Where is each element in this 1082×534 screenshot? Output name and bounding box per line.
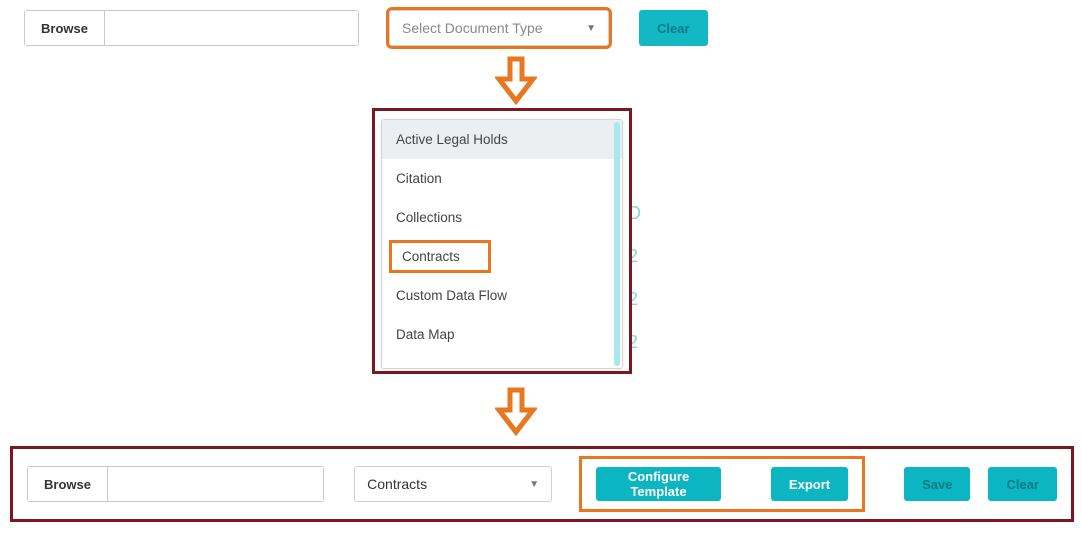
file-browse-group: Browse [24,10,359,46]
option-active-legal-holds[interactable]: Active Legal Holds [382,120,622,159]
option-custom-data-flow[interactable]: Custom Data Flow [382,276,622,315]
dropdown-option-list: Active Legal Holds Citation Collections … [382,120,622,354]
step3-result-row: Browse Contracts ▼ Configure Template Ex… [10,446,1074,522]
file-path-input-2[interactable] [108,467,323,501]
dropdown-panel: Active Legal Holds Citation Collections … [381,119,623,369]
document-type-dropdown-2[interactable]: Contracts ▼ [354,466,552,502]
document-type-dropdown[interactable]: Select Document Type ▼ [389,10,609,46]
secondary-actions: Save Clear [904,467,1057,501]
option-contracts[interactable]: Contracts [392,243,488,270]
browse-button-2[interactable]: Browse [28,467,108,501]
revealed-actions-highlight: Configure Template Export [582,459,862,509]
step2-dropdown-expanded: D 2 2 2 Active Legal Holds Citation Coll… [372,108,632,374]
configure-template-button[interactable]: Configure Template [596,467,721,501]
scrollbar[interactable] [614,122,620,366]
option-data-map[interactable]: Data Map [382,315,622,354]
option-collections[interactable]: Collections [382,198,622,237]
clear-button[interactable]: Clear [639,10,708,46]
flow-arrow-2 [495,386,537,441]
export-button[interactable]: Export [771,467,848,501]
step1-row: Browse Select Document Type ▼ Clear [24,10,1058,46]
clear-button-2[interactable]: Clear [988,467,1057,501]
dropdown-selected-value: Contracts [367,476,427,492]
arrow-down-icon [495,55,537,105]
arrow-down-icon [495,386,537,436]
file-browse-group-2: Browse [27,466,324,502]
browse-button[interactable]: Browse [25,11,105,45]
chevron-down-icon: ▼ [529,479,539,490]
file-path-input[interactable] [105,11,358,45]
background-text: D 2 2 2 [628,203,641,353]
option-citation[interactable]: Citation [382,159,622,198]
dropdown-placeholder: Select Document Type [402,20,543,36]
save-button[interactable]: Save [904,467,970,501]
flow-arrow-1 [495,55,537,110]
chevron-down-icon: ▼ [586,23,596,34]
